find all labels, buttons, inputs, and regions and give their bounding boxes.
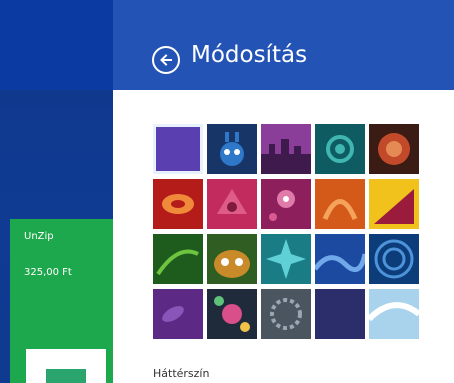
back-button[interactable] [152,46,180,74]
app-tile-price: 325,00 Ft [24,267,72,278]
app-tile-unzip[interactable]: UnZip 325,00 Ft [10,219,113,383]
pattern-tile-flower-lace[interactable] [207,289,257,339]
pattern-grid [153,124,419,339]
back-arrow-icon [160,54,172,66]
pattern-tile-green-leaf[interactable] [153,234,203,284]
pattern-tile-dark-blue[interactable] [315,289,365,339]
pattern-tile-gray-gears[interactable] [261,289,311,339]
pattern-tile-white-wave[interactable] [369,289,419,339]
pattern-tile-owl[interactable] [207,234,257,284]
page-title: Módosítás [191,42,308,68]
settings-panel: Módosítás Háttérszín [113,0,454,383]
pattern-tile-teal-star[interactable] [261,234,311,284]
pattern-tile-magenta-flowers[interactable] [261,179,311,229]
pattern-tile-red-pattern[interactable] [153,179,203,229]
app-tile-preview-accent [46,369,86,383]
pattern-tile-red-flower[interactable] [369,124,419,174]
pattern-tile-pink-bird[interactable] [207,179,257,229]
pattern-tile-solid-purple[interactable] [153,124,203,174]
pattern-tile-yellow-triangle[interactable] [369,179,419,229]
start-screen-bar [0,0,113,90]
app-tile-preview [26,349,106,383]
pattern-tile-purple-leaves[interactable] [153,289,203,339]
pattern-tile-teal-swirls[interactable] [315,124,365,174]
pattern-tile-blue-creature[interactable] [207,124,257,174]
app-tile-name: UnZip [24,231,54,242]
app-list-background: UnZip 325,00 Ft [0,0,113,383]
pattern-tile-blue-circles[interactable] [369,234,419,284]
panel-header: Módosítás [113,0,454,90]
pattern-tile-blue-wave[interactable] [315,234,365,284]
background-color-label: Háttérszín [153,367,210,380]
pattern-tile-orange-swirl[interactable] [315,179,365,229]
pattern-tile-purple-city[interactable] [261,124,311,174]
